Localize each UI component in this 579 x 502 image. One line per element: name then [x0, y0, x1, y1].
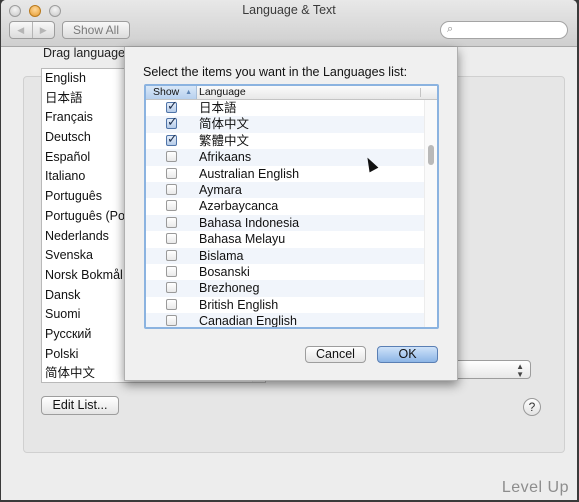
preferences-window: Language & Text ◀ ▶ Show All ⌕ Drag lang… [1, 0, 577, 500]
cancel-button[interactable]: Cancel [305, 346, 366, 363]
sheet-prompt: Select the items you want in the Languag… [143, 65, 408, 79]
show-checkbox[interactable] [166, 114, 178, 131]
table-row[interactable]: 日本語 [146, 100, 425, 116]
show-checkbox[interactable] [166, 216, 177, 228]
select-arrows-icon: ▲ ▼ [516, 362, 524, 379]
table-row[interactable]: Australian English [146, 166, 425, 182]
language-name: Afrikaans [199, 150, 252, 165]
table-body: 日本語简体中文繁體中文 AfrikaansAustralian EnglishAy… [146, 100, 425, 327]
scrollbar-thumb[interactable] [428, 145, 434, 165]
language-name: Azərbaycanca [199, 199, 279, 214]
show-checkbox[interactable] [166, 265, 177, 277]
language-name: Brezhoneg [199, 281, 260, 296]
language-name: British English [199, 297, 279, 312]
search-icon: ⌕ [447, 23, 454, 35]
forward-button[interactable]: ▶ [33, 22, 55, 38]
sort-ascending-icon: ▲ [185, 89, 192, 96]
language-name: Bosanski [199, 264, 250, 279]
show-checkbox[interactable] [166, 200, 177, 212]
language-name: 日本語 [199, 101, 237, 115]
table-row[interactable]: Bosanski [146, 264, 425, 280]
table-header: Show ▲ Language [146, 86, 437, 100]
drag-languages-label: Drag languages [43, 46, 132, 60]
show-checkbox[interactable] [166, 183, 177, 195]
help-button[interactable]: ? [523, 398, 541, 416]
search-input[interactable]: ⌕ [440, 21, 568, 39]
column-header-language[interactable]: Language [199, 86, 246, 99]
table-row[interactable]: Brezhoneg [146, 280, 425, 297]
show-checkbox[interactable] [166, 282, 177, 294]
language-name: Aymara [199, 182, 242, 197]
show-checkbox[interactable] [166, 315, 177, 327]
back-button[interactable]: ◀ [10, 22, 33, 38]
table-row[interactable]: 简体中文 [146, 114, 425, 133]
show-checkbox[interactable] [166, 131, 178, 147]
language-name: Bislama [199, 248, 244, 263]
language-name: Canadian English [199, 314, 297, 327]
languages-table: Show ▲ Language 日本語简体中文繁體中文 AfrikaansAust… [144, 84, 439, 329]
show-checkbox[interactable] [166, 151, 177, 163]
language-name: Bahasa Indonesia [199, 215, 300, 230]
language-name: 繁體中文 [199, 133, 250, 148]
language-name: 简体中文 [199, 117, 250, 132]
language-name: Bahasa Melayu [199, 232, 286, 247]
table-row[interactable]: Aymara [146, 181, 425, 199]
language-name: Australian English [199, 166, 300, 181]
table-row[interactable]: Canadian English [146, 313, 425, 327]
table-row[interactable]: Afrikaans [146, 149, 425, 166]
edit-list-button[interactable]: Edit List... [41, 396, 119, 415]
back-forward-control: ◀ ▶ [9, 21, 55, 39]
ok-button[interactable]: OK [377, 346, 438, 363]
column-header-show[interactable]: Show ▲ [146, 86, 197, 99]
column-header-show-label: Show [153, 86, 180, 98]
title-bar: Language & Text ◀ ▶ Show All ⌕ [1, 0, 577, 47]
table-row[interactable]: 繁體中文 [146, 131, 425, 149]
show-checkbox[interactable] [166, 249, 177, 261]
table-row[interactable]: Azərbaycanca [146, 198, 425, 214]
show-checkbox[interactable] [166, 233, 177, 245]
window-title: Language & Text [242, 3, 336, 17]
table-row[interactable]: British English [146, 297, 425, 313]
watermark-text: Level Up [501, 479, 569, 496]
table-row[interactable]: Bislama [146, 247, 425, 264]
languages-sheet: Select the items you want in the Languag… [124, 47, 458, 381]
show-checkbox[interactable] [166, 298, 177, 310]
table-scrollbar[interactable] [424, 100, 437, 327]
table-row[interactable]: Bahasa Melayu [146, 231, 425, 247]
show-checkbox[interactable] [166, 167, 177, 179]
show-checkbox[interactable] [166, 100, 178, 114]
column-divider [420, 88, 421, 97]
table-row[interactable]: Bahasa Indonesia [146, 214, 425, 232]
show-all-button[interactable]: Show All [62, 21, 130, 39]
